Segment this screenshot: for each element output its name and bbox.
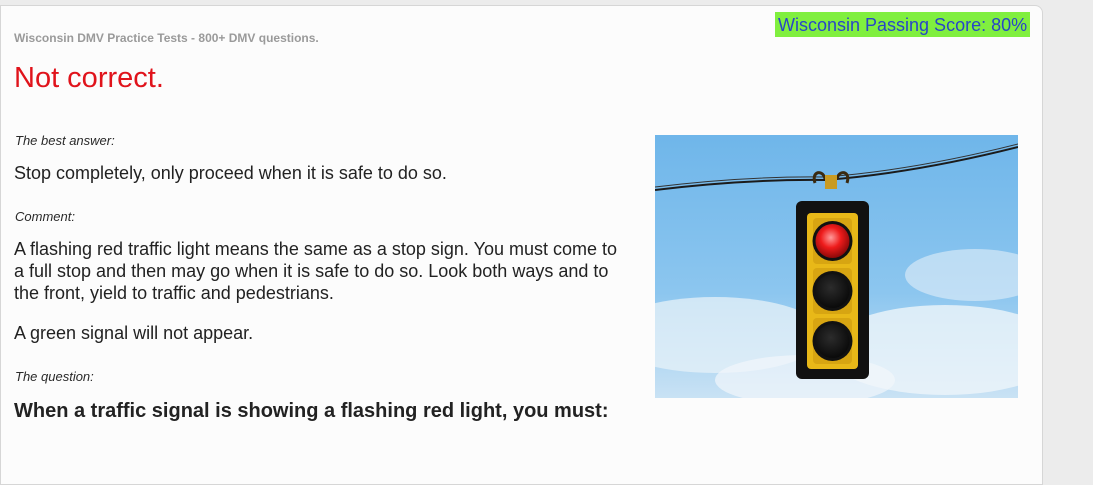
passing-score-badge: Wisconsin Passing Score: 80% (775, 12, 1031, 37)
best-answer-label: The best answer: (15, 133, 115, 148)
question-label: The question: (15, 369, 94, 384)
result-heading: Not correct. (14, 62, 164, 94)
comment-paragraph-2: A green signal will not appear. (14, 323, 254, 343)
best-answer-text: Stop completely, only proceed when it is… (14, 163, 447, 183)
traffic-light-image (655, 135, 1018, 398)
comment-paragraph-1: A flashing red traffic light means the s… (14, 239, 617, 303)
comment-label: Comment: (15, 209, 75, 224)
question-text: When a traffic signal is showing a flash… (14, 400, 609, 422)
site-title: Wisconsin DMV Practice Tests - 800+ DMV … (14, 31, 319, 45)
